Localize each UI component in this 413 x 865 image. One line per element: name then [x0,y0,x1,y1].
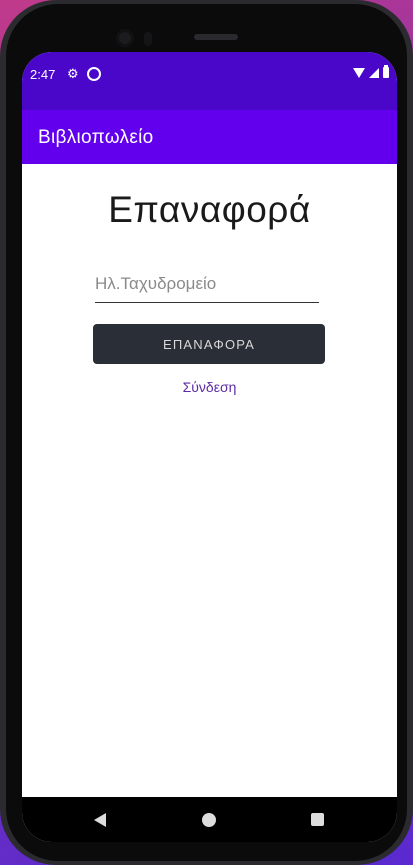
home-icon[interactable] [202,813,216,827]
email-field[interactable] [95,269,319,303]
sync-icon [87,67,101,81]
reset-password-form: Επαναφορά ΕΠΑΝΑΦΟΡΑ Σύνδεση [22,164,397,797]
app-title: Βιβλιοπωλείο [38,127,154,148]
gear-icon: ⚙ [67,66,79,81]
page-title: Επαναφορά [108,189,311,230]
status-time: 2:47 [30,67,56,82]
app-bar: Βιβλιοπωλείο [22,110,397,164]
sensor [144,32,152,46]
status-icons [353,65,389,78]
phone-frame: 2:47 ⚙ Βιβλιοπωλείο Επαναφορά ΕΠΑΝΑΦΟΡΑ … [0,0,413,865]
navigation-bar [22,797,397,842]
login-link[interactable]: Σύνδεση [22,379,397,395]
reset-button[interactable]: ΕΠΑΝΑΦΟΡΑ [93,324,325,364]
device-screen: 2:47 ⚙ Βιβλιοπωλείο Επαναφορά ΕΠΑΝΑΦΟΡΑ … [22,52,397,842]
front-camera [116,29,134,47]
wifi-icon [353,67,365,78]
signal-icon [369,67,379,78]
recents-icon[interactable] [311,813,324,826]
back-icon[interactable] [94,813,106,827]
battery-icon [383,65,389,78]
earpiece-speaker [194,34,238,40]
status-bar: 2:47 ⚙ [22,52,397,110]
